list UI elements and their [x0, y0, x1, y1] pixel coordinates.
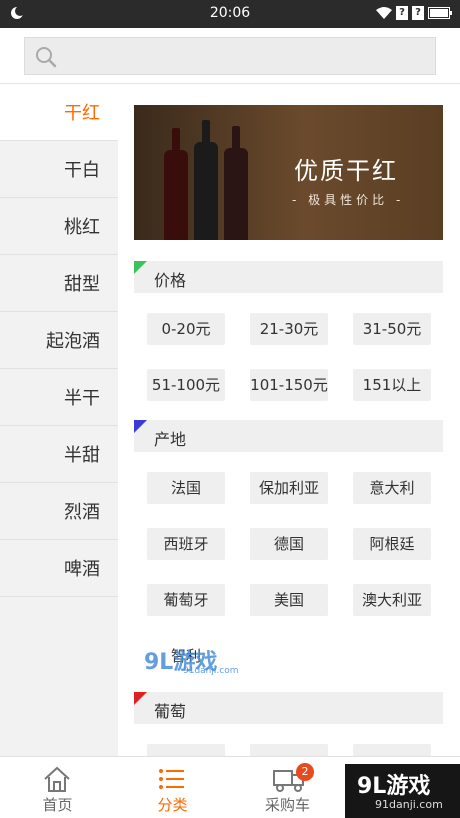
- sidebar-item-label: 烈酒: [64, 502, 100, 523]
- sidebar-item-semi-sweet[interactable]: 半甜: [0, 426, 118, 483]
- section-header-origin: 产地: [134, 420, 443, 452]
- search-icon: [36, 47, 57, 68]
- sidebar-item-rose[interactable]: 桃红: [0, 198, 118, 255]
- filter-tag[interactable]: 葡萄牙: [147, 584, 225, 616]
- wifi-icon: [376, 6, 392, 19]
- watermark-url: 91danji.com: [183, 666, 239, 676]
- filter-tag[interactable]: 法国: [147, 472, 225, 504]
- filter-tag[interactable]: 31-50元: [353, 313, 431, 345]
- tab-label: 首页: [42, 796, 73, 814]
- filter-tag[interactable]: 0-20元: [147, 313, 225, 345]
- signal-icon: ?: [396, 6, 408, 20]
- search-bar-area: [0, 28, 460, 84]
- filter-tag-partial[interactable]: [147, 744, 225, 756]
- promo-banner[interactable]: 优质干红 - 极具性价比 -: [134, 105, 443, 240]
- category-list-icon: [159, 769, 184, 789]
- green-corner-flag: [134, 261, 147, 274]
- banner-title: 优质干红: [294, 157, 398, 185]
- blue-corner-flag: [134, 420, 147, 433]
- sidebar-item-label: 桃红: [64, 217, 100, 238]
- filter-tag[interactable]: 西班牙: [147, 528, 225, 560]
- watermark-url: 91danji.com: [375, 798, 443, 811]
- wine-bottle-image: [194, 120, 218, 240]
- battery-icon: [428, 7, 452, 19]
- filter-tag[interactable]: 美国: [250, 584, 328, 616]
- sidebar-item-label: 干白: [64, 160, 100, 181]
- watermark-logo: 9L游戏: [357, 774, 431, 799]
- sidebar-item-label: 啤酒: [64, 559, 100, 580]
- filter-tag[interactable]: 21-30元: [250, 313, 328, 345]
- tab-home[interactable]: 首页: [0, 757, 115, 818]
- filter-tag[interactable]: 阿根廷: [353, 528, 431, 560]
- section-title: 价格: [154, 271, 187, 290]
- banner-subtitle: - 极具性价比 -: [292, 193, 405, 207]
- sidebar-item-sparkling[interactable]: 起泡酒: [0, 312, 118, 369]
- category-sidebar: 干红 干白 桃红 甜型 起泡酒 半干 半甜 烈酒 啤酒: [0, 84, 118, 756]
- sidebar-item-dry-white[interactable]: 干白: [0, 141, 118, 198]
- tab-cart[interactable]: 2 采购车: [230, 757, 345, 818]
- tab-label: 分类: [157, 796, 188, 814]
- status-bar: 20:06 ? ?: [0, 0, 460, 28]
- filter-tag[interactable]: 意大利: [353, 472, 431, 504]
- filter-tag[interactable]: 保加利亚: [250, 472, 328, 504]
- tab-label: 采购车: [264, 796, 310, 814]
- watermark-corner: 9L游戏 91danji.com: [345, 764, 460, 818]
- section-header-price: 价格: [134, 261, 443, 293]
- sidebar-item-spirits[interactable]: 烈酒: [0, 483, 118, 540]
- filter-tag[interactable]: 51-100元: [147, 369, 225, 401]
- home-icon: [44, 766, 70, 792]
- wine-bottle-image: [164, 128, 188, 240]
- sidebar-item-semi-dry[interactable]: 半干: [0, 369, 118, 426]
- filter-tag[interactable]: 澳大利亚: [353, 584, 431, 616]
- filter-tag-partial[interactable]: [250, 744, 328, 756]
- search-input[interactable]: [65, 44, 425, 68]
- sidebar-item-beer[interactable]: 啤酒: [0, 540, 118, 597]
- search-box[interactable]: [24, 37, 436, 75]
- sidebar-item-dry-red[interactable]: 干红: [0, 84, 118, 141]
- filter-tag[interactable]: 德国: [250, 528, 328, 560]
- sidebar-item-label: 起泡酒: [46, 331, 100, 352]
- sidebar-item-label: 甜型: [64, 274, 100, 295]
- signal-icon-2: ?: [412, 6, 424, 20]
- cart-badge: 2: [296, 763, 314, 781]
- filter-tag[interactable]: 101-150元: [250, 369, 328, 401]
- sidebar-item-label: 干红: [64, 103, 100, 124]
- section-title: 葡萄: [154, 702, 187, 721]
- filter-tag-partial[interactable]: [353, 744, 431, 756]
- tab-category[interactable]: 分类: [115, 757, 230, 818]
- sidebar-item-label: 半干: [64, 388, 100, 409]
- sidebar-item-sweet[interactable]: 甜型: [0, 255, 118, 312]
- section-header-grape: 葡萄: [134, 692, 443, 724]
- wine-bottle-image: [224, 126, 248, 240]
- filter-tag[interactable]: 151以上: [353, 369, 431, 401]
- section-title: 产地: [154, 430, 187, 449]
- sidebar-item-label: 半甜: [64, 445, 100, 466]
- red-corner-flag: [134, 692, 147, 705]
